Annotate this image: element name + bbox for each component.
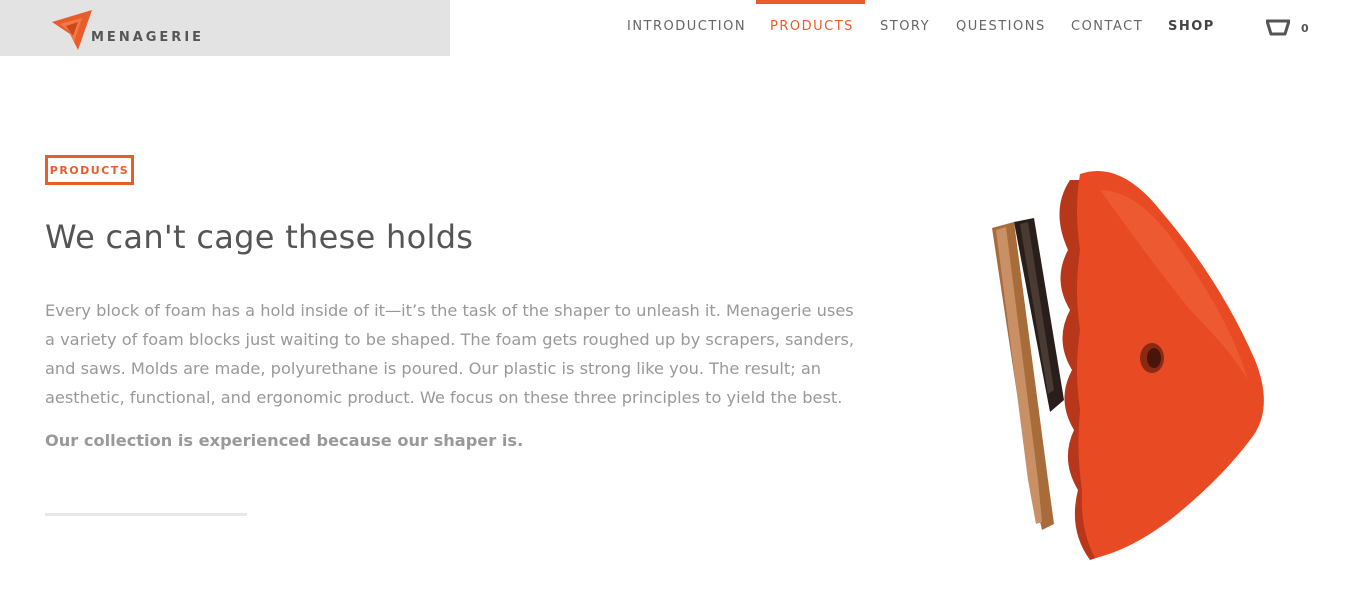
- cart-count: 0: [1301, 22, 1309, 35]
- cart-icon[interactable]: [1266, 19, 1290, 37]
- nav-questions[interactable]: QUESTIONS: [956, 19, 1046, 34]
- climbing-hold-with-brush-image: [992, 170, 1264, 560]
- section-body: Every block of foam has a hold inside of…: [45, 301, 855, 407]
- nav-shop[interactable]: SHOP: [1168, 19, 1215, 34]
- main-nav: INTRODUCTION PRODUCTS STORY QUESTIONS CO…: [0, 0, 1349, 56]
- nav-story[interactable]: STORY: [880, 19, 930, 34]
- nav-contact[interactable]: CONTACT: [1071, 19, 1143, 34]
- nav-active-indicator: [756, 0, 865, 4]
- section-badge: PRODUCTS: [45, 155, 134, 185]
- nav-products[interactable]: PRODUCTS: [770, 19, 854, 34]
- section-divider: [45, 513, 247, 516]
- page: MENAGERIE INTRODUCTION PRODUCTS STORY QU…: [0, 0, 1349, 610]
- nav-introduction[interactable]: INTRODUCTION: [627, 19, 746, 34]
- section-tagline: Our collection is experienced because ou…: [45, 431, 524, 450]
- section-headline: We can't cage these holds: [45, 218, 474, 256]
- site-header: MENAGERIE INTRODUCTION PRODUCTS STORY QU…: [0, 0, 1349, 56]
